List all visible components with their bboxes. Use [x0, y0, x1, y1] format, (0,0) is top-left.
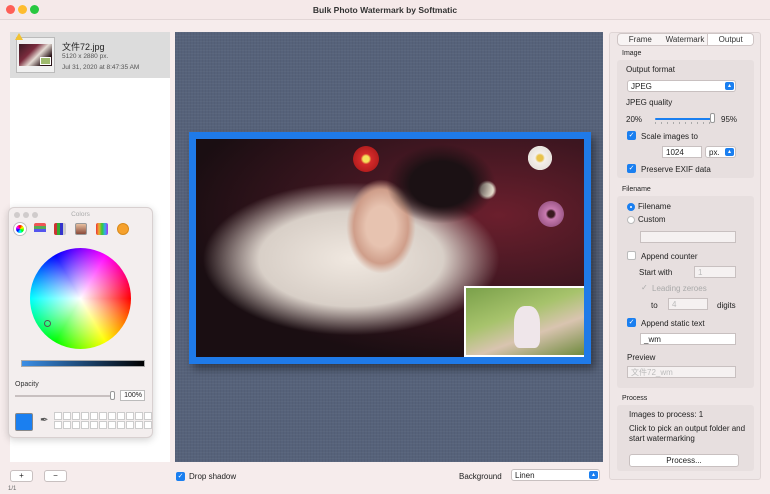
window-title: Bulk Photo Watermark by Softmatic — [312, 5, 458, 15]
color-sliders-tab-icon[interactable] — [34, 223, 46, 235]
quality-max-label: 95% — [721, 115, 738, 124]
filename-preview-field: 文件72_wm — [627, 366, 736, 378]
list-item[interactable]: 文件72.jpg 5120 x 2880 px. Jul 31, 2020 at… — [10, 32, 170, 78]
file-thumbnail — [16, 37, 55, 73]
custom-filename-field[interactable] — [640, 231, 736, 243]
start-with-field[interactable]: 1 — [694, 266, 736, 278]
brightness-slider[interactable] — [21, 360, 145, 367]
tab-watermark[interactable]: Watermark — [663, 34, 708, 45]
background-label: Background — [459, 472, 502, 481]
custom-radio[interactable] — [627, 216, 635, 224]
add-files-button[interactable]: + — [10, 470, 33, 482]
watermark-frame — [189, 132, 591, 364]
settings-tabs: Frame Watermark Output — [617, 33, 754, 46]
leading-zeroes-checkmark[interactable]: ✓ — [641, 283, 648, 292]
image-palettes-tab-icon[interactable] — [75, 223, 87, 235]
background-value: Linen — [515, 471, 535, 480]
process-instruction: Click to pick an output folder and start… — [629, 424, 746, 443]
filename-group: Filename Custom Append counter Start wit… — [617, 196, 754, 388]
background-select[interactable]: Linen ▴ — [511, 469, 600, 481]
color-wheel-marker[interactable] — [44, 320, 51, 327]
image-group: Output format JPEG ▴ JPEG quality 20% 95… — [617, 60, 754, 178]
opacity-slider[interactable] — [15, 395, 115, 397]
drop-shadow-checkbox[interactable]: ✓ — [176, 472, 185, 481]
drop-shadow-label: Drop shadow — [189, 472, 237, 481]
jpeg-quality-label: JPEG quality — [626, 98, 673, 107]
process-section-label: Process — [622, 395, 648, 402]
swatch-grid[interactable] — [54, 412, 152, 429]
opacity-slider-knob[interactable] — [110, 391, 115, 400]
output-format-select[interactable]: JPEG ▴ — [627, 80, 736, 92]
chevron-updown-icon: ▴ — [725, 148, 734, 156]
to-label: to — [651, 301, 658, 310]
opacity-field[interactable]: 100% — [120, 390, 145, 401]
eyedropper-icon[interactable]: ✒ — [40, 415, 48, 426]
file-date: Jul 31, 2020 at 8:47:35 AM — [62, 64, 140, 71]
quality-min-label: 20% — [626, 115, 643, 124]
static-text-field[interactable]: _wm — [640, 333, 736, 345]
filename-radio[interactable] — [627, 203, 635, 211]
digits-label: digits — [717, 301, 736, 310]
pencils-tab-icon[interactable] — [96, 223, 108, 235]
append-counter-label: Append counter — [641, 252, 698, 261]
inset-photo — [464, 286, 584, 357]
preserve-exif-checkbox[interactable]: ✓ — [627, 164, 636, 173]
scale-checkbox[interactable]: ✓ — [627, 131, 636, 140]
file-dimensions: 5120 x 2880 px. — [62, 53, 109, 60]
title-bar: Bulk Photo Watermark by Softmatic — [0, 0, 770, 20]
tab-frame[interactable]: Frame — [618, 34, 663, 45]
chevron-updown-icon: ▴ — [589, 471, 598, 479]
file-name: 文件72.jpg — [62, 42, 105, 52]
current-color-swatch[interactable] — [15, 413, 33, 431]
start-with-label: Start with — [639, 268, 673, 277]
quality-slider-knob[interactable] — [710, 113, 715, 123]
scale-label: Scale images to — [641, 132, 698, 141]
filename-radio-label: Filename — [638, 202, 671, 211]
page-count: 1/1 — [8, 486, 17, 492]
quality-slider[interactable] — [655, 118, 715, 120]
preserve-exif-label: Preserve EXIF data — [641, 165, 711, 174]
settings-panel: Frame Watermark Output Image Output form… — [609, 32, 761, 480]
output-format-value: JPEG — [631, 82, 652, 91]
quality-slider-ticks — [655, 122, 715, 124]
warning-icon — [15, 33, 23, 40]
process-button[interactable]: Process... — [629, 454, 739, 467]
colors-panel-title: Colors — [71, 211, 90, 218]
colors-panel[interactable]: Colors Opacity 100% ✒ — [8, 207, 153, 438]
filename-section-label: Filename — [622, 186, 651, 193]
crayons-tab-icon[interactable] — [117, 223, 129, 235]
chevron-updown-icon: ▴ — [725, 82, 734, 90]
scale-unit-select[interactable]: px. ▴ — [705, 146, 736, 158]
preview-photo — [196, 139, 584, 357]
append-counter-checkbox[interactable] — [627, 251, 636, 260]
preview-label: Preview — [627, 353, 656, 362]
append-static-label: Append static text — [641, 319, 705, 328]
scale-width-field[interactable]: 1024 — [662, 146, 702, 158]
output-format-label: Output format — [626, 65, 675, 74]
digits-select[interactable]: 4 — [668, 298, 708, 310]
custom-radio-label: Custom — [638, 215, 666, 224]
color-wheel-tab-icon[interactable] — [14, 223, 26, 235]
process-group: Images to process: 1 Click to pick an ou… — [617, 405, 754, 471]
tab-output[interactable]: Output — [707, 34, 754, 45]
leading-zeroes-label: Leading zeroes — [652, 284, 707, 293]
image-section-label: Image — [622, 50, 642, 57]
remove-file-button[interactable]: − — [44, 470, 67, 482]
append-static-checkbox[interactable]: ✓ — [627, 318, 636, 327]
images-to-process: Images to process: 1 — [629, 410, 704, 419]
scale-unit-value: px. — [709, 148, 720, 157]
opacity-label: Opacity — [15, 381, 39, 388]
color-palettes-tab-icon[interactable] — [54, 223, 66, 235]
preview-canvas — [175, 32, 603, 462]
color-wheel[interactable] — [30, 248, 131, 349]
